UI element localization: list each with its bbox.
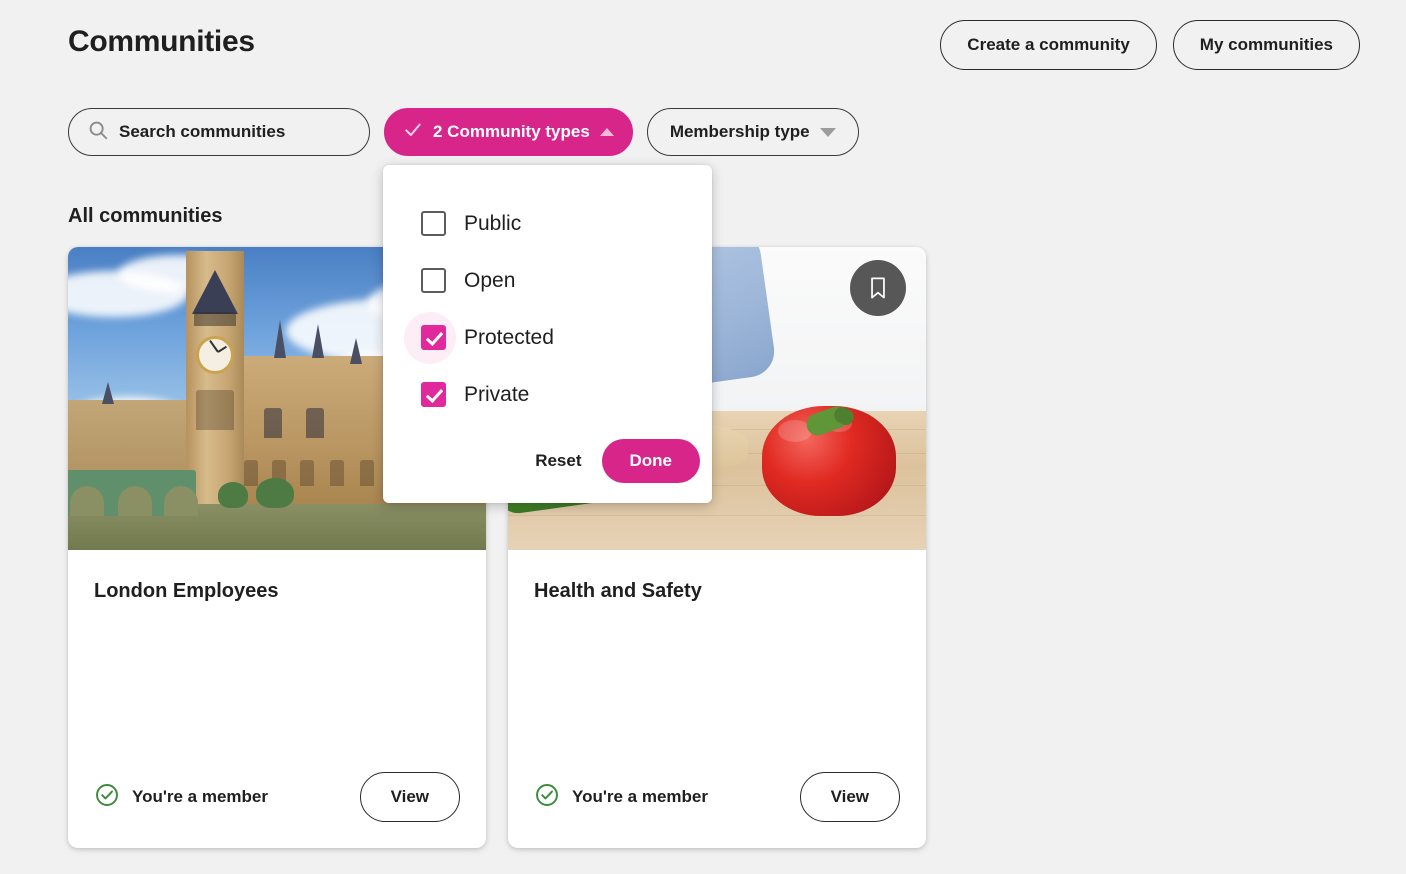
member-status-label: You're a member [572,787,708,806]
section-title: All communities [68,205,223,227]
caret-up-icon [599,128,614,136]
card-title: London Employees [94,580,279,602]
page-title: Communities [68,25,255,58]
check-icon [403,120,423,145]
member-status: You're a member [534,782,708,813]
card-footer: You're a member View [534,772,900,822]
option-label-public: Public [464,211,522,235]
checkbox-public[interactable] [421,211,446,236]
option-private[interactable]: Private [383,366,712,423]
create-a-community-button[interactable]: Create a community [940,20,1157,70]
my-communities-button[interactable]: My communities [1172,20,1360,70]
card-title: Health and Safety [534,580,702,602]
page-header: Communities Create a community My commun… [0,0,1406,92]
card-footer: You're a member View [94,772,460,822]
search-communities-field[interactable] [68,108,370,156]
option-label-open: Open [464,268,516,292]
reset-button[interactable]: Reset [529,441,587,481]
member-status: You're a member [94,782,268,813]
bookmark-button[interactable] [850,260,906,316]
community-types-filter-button[interactable]: 2 Community types [384,108,633,156]
member-status-label: You're a member [132,787,268,806]
search-icon [87,119,109,146]
member-check-icon [94,782,120,813]
view-community-button[interactable]: View [359,772,460,822]
header-actions: Create a community My communities [940,20,1360,70]
option-public[interactable]: Public [383,195,712,252]
option-label-private: Private [464,382,530,406]
membership-type-filter-button[interactable]: Membership type [646,108,859,156]
card-body: Health and Safety You're a member View [508,550,926,848]
community-types-filter-label: 2 Community types [433,122,590,141]
view-community-button[interactable]: View [799,772,900,822]
option-open[interactable]: Open [383,252,712,309]
caret-down-icon [819,127,836,137]
checkbox-open[interactable] [421,268,446,293]
option-protected[interactable]: Protected [383,309,712,366]
membership-type-filter-label: Membership type [669,122,810,141]
member-check-icon [534,782,560,813]
checkbox-protected[interactable] [421,325,446,350]
search-input[interactable] [119,122,351,142]
filter-bar: 2 Community types Membership type [68,108,859,156]
dropdown-footer: Reset Done [529,439,700,483]
option-label-protected: Protected [464,325,554,349]
community-types-dropdown-panel: Public Open Protected Private Reset Done [383,165,712,503]
card-body: London Employees You're a member View [68,550,486,848]
checkbox-private[interactable] [421,382,446,407]
done-button[interactable]: Done [601,439,700,483]
